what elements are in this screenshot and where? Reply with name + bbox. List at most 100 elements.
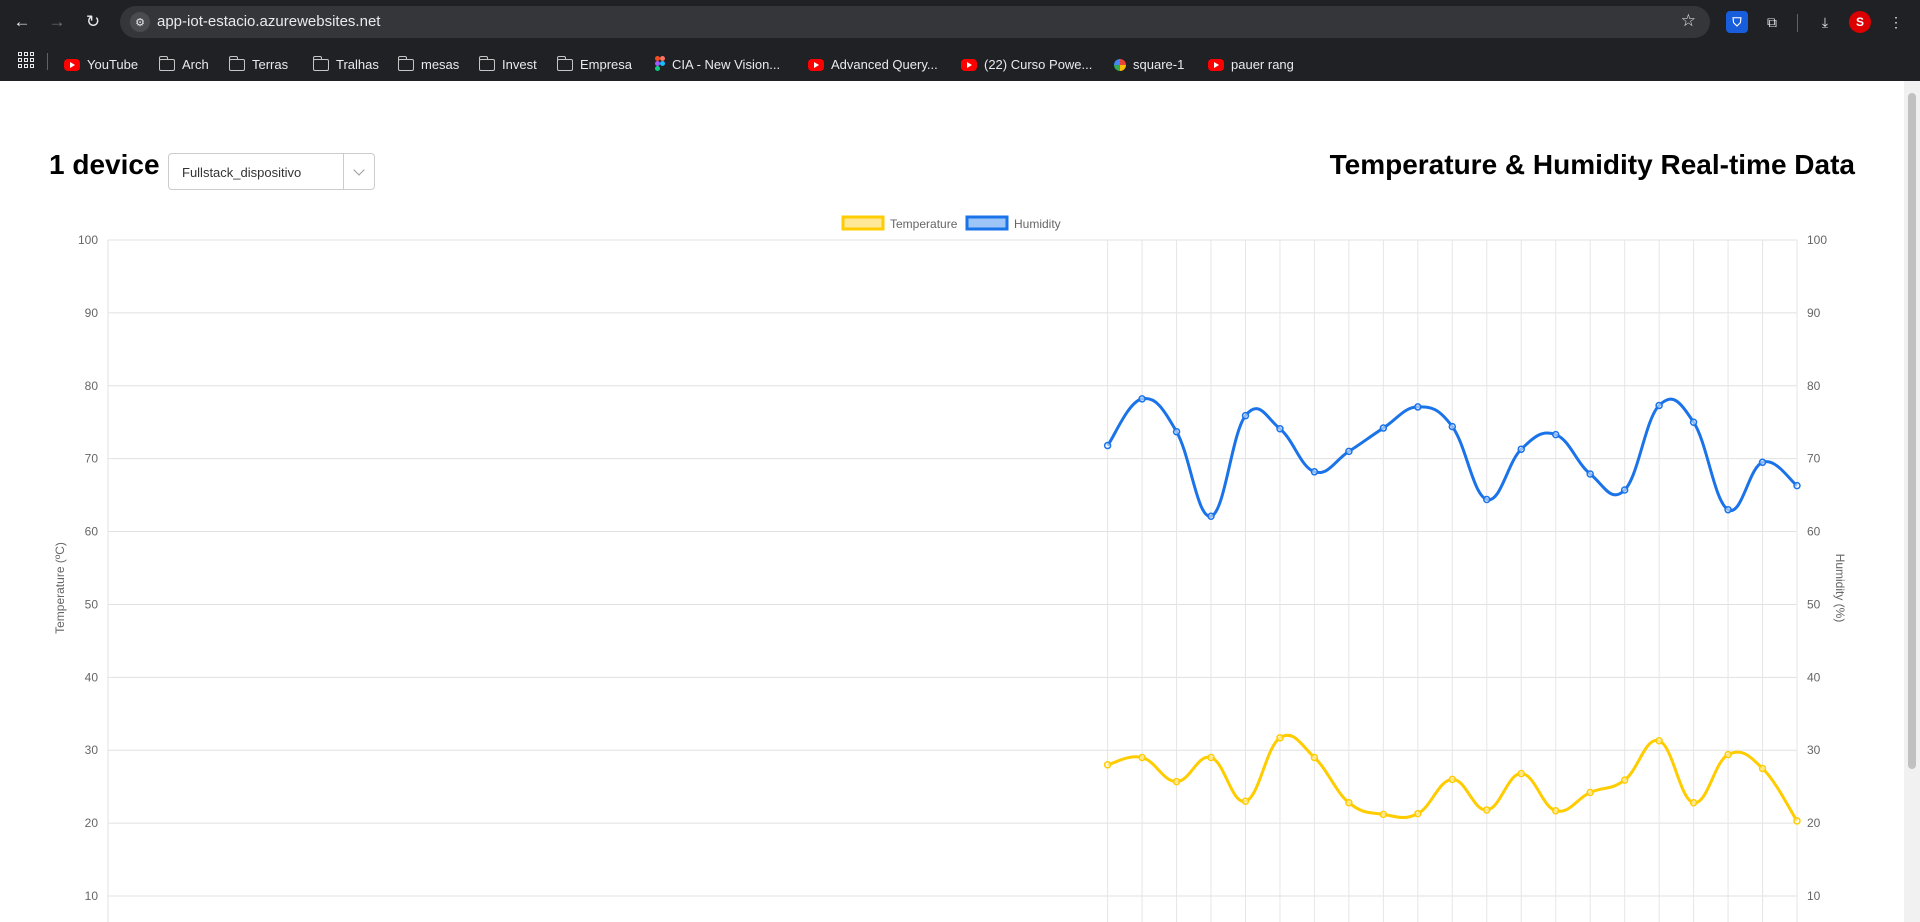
square-icon [1114,59,1126,71]
data-point-temperature [1448,775,1457,784]
bookmark-label: Empresa [580,56,633,72]
address-bar[interactable]: ⚙ app-iot-estacio.azurewebsites.net ☆ [120,6,1710,38]
back-button[interactable]: ← [8,8,36,36]
data-point-temperature [1414,809,1422,818]
data-point-temperature [1172,777,1181,786]
data-point-humidity [1103,441,1112,450]
data-point-temperature [1207,753,1215,762]
bookmark-item[interactable]: mesas [397,54,460,74]
data-point-humidity [1483,495,1491,504]
bookmark-label: (22) Curso Powe... [984,56,1093,72]
page-scrollbar[interactable] [1904,81,1920,922]
bookmark-label: Terras [252,56,289,72]
bitwarden-extension-icon[interactable]: ⛉ [1726,11,1748,33]
bookmark-label: mesas [421,56,460,72]
y-right-tick-label: 40 [1807,670,1821,684]
data-point-humidity [1379,424,1388,432]
bookmark-item[interactable]: pauer rang [1208,54,1294,74]
data-point-humidity [1551,430,1560,439]
bookmark-item[interactable]: Invest [478,54,537,74]
bookmark-item[interactable]: square-1 [1114,54,1184,74]
y-right-tick-label: 80 [1807,379,1821,393]
bookmark-label: Tralhas [336,56,379,72]
bookmark-label: Invest [502,56,537,72]
reload-button[interactable]: ↻ [79,8,107,36]
folder-icon [397,56,414,71]
data-point-humidity [1310,468,1319,476]
extensions-puzzle-icon[interactable]: ⧉ [1761,11,1783,33]
downloads-icon[interactable]: ⤓ [1814,11,1836,33]
data-point-humidity [1689,418,1698,426]
browser-chrome: ← → ↻ ⚙ app-iot-estacio.azurewebsites.ne… [0,0,1920,81]
y-left-tick-label: 10 [85,889,99,903]
bookmarks-bar: YouTube Arch Terras Tralhas mesas Invest Empre… [0,45,1920,81]
figma-icon [655,56,665,72]
address-url[interactable]: app-iot-estacio.azurewebsites.net [157,13,380,30]
bookmark-item[interactable]: Tralhas [312,54,379,74]
folder-icon [478,56,495,71]
data-point-temperature [1551,806,1560,815]
data-point-humidity [1758,458,1767,467]
y-left-tick-label: 70 [85,452,99,466]
legend-swatch [965,215,1009,231]
bookmark-label: pauer rang [1231,56,1294,72]
bookmark-item[interactable]: Arch [158,54,209,74]
y-left-tick-label: 90 [85,306,99,320]
data-point-temperature [1276,734,1284,742]
data-point-humidity [1345,447,1353,456]
folder-icon [158,56,175,71]
bookmark-label: Advanced Query... [831,56,938,72]
data-point-humidity [1138,395,1146,403]
bookmark-item[interactable]: CIA - New Vision... [655,54,780,74]
bookmark-item[interactable]: Empresa [556,54,633,74]
data-point-humidity [1517,445,1525,453]
y-right-tick-label: 20 [1807,816,1821,830]
y-left-tick-label: 40 [85,670,99,684]
y-left-tick-label: 20 [85,816,99,830]
y-left-tick-label: 100 [78,233,98,247]
folder-icon [312,56,329,71]
y-left-axis-title: Temperature (ºC) [53,542,67,634]
y-left-tick-label: 60 [85,525,99,539]
bookmark-item[interactable]: YouTube [64,54,138,74]
browser-menu-icon[interactable]: ⋮ [1885,11,1907,33]
page-content: 1 device Fullstack_dispositivo Temperatu… [0,81,1904,922]
y-right-axis-title: Humidity (%) [1833,554,1847,623]
data-point-humidity [1207,512,1215,520]
bookmark-item[interactable]: Advanced Query... [808,54,938,74]
data-point-temperature [1724,750,1732,759]
bookmark-label: CIA - New Vision... [672,56,781,72]
data-point-temperature [1310,753,1319,762]
y-right-tick-label: 90 [1807,306,1821,320]
data-point-temperature [1241,797,1250,805]
bookmark-label: YouTube [87,56,139,72]
data-point-temperature [1689,798,1698,807]
y-right-tick-label: 100 [1807,233,1827,247]
data-point-humidity [1276,425,1284,433]
legend-swatch [841,215,885,231]
y-left-tick-label: 30 [85,743,99,757]
data-point-temperature [1620,776,1629,784]
data-point-humidity [1414,403,1422,411]
folder-icon [556,56,573,71]
youtube-icon [1208,59,1224,71]
profile-avatar[interactable]: S [1849,11,1871,33]
bookmark-item[interactable]: Terras [228,54,289,74]
bookmark-item[interactable]: (22) Curso Powe... [961,54,1092,74]
y-right-tick-label: 50 [1807,597,1821,611]
forward-button[interactable]: → [43,8,71,36]
data-point-humidity [1586,470,1594,478]
youtube-icon [64,59,80,71]
site-settings-icon[interactable]: ⚙ [130,12,150,32]
data-point-temperature [1379,810,1388,819]
data-point-humidity [1241,411,1250,420]
y-right-tick-label: 30 [1807,743,1821,757]
scrollbar-thumb[interactable] [1908,93,1916,769]
browser-toolbar: ← → ↻ ⚙ app-iot-estacio.azurewebsites.ne… [0,0,1920,45]
bookmark-star-icon[interactable]: ☆ [1681,11,1696,31]
youtube-icon [961,59,977,71]
y-right-tick-label: 10 [1807,889,1821,903]
toolbar-divider [1797,14,1798,32]
y-left-tick-label: 80 [85,379,99,393]
data-point-humidity [1655,401,1663,410]
